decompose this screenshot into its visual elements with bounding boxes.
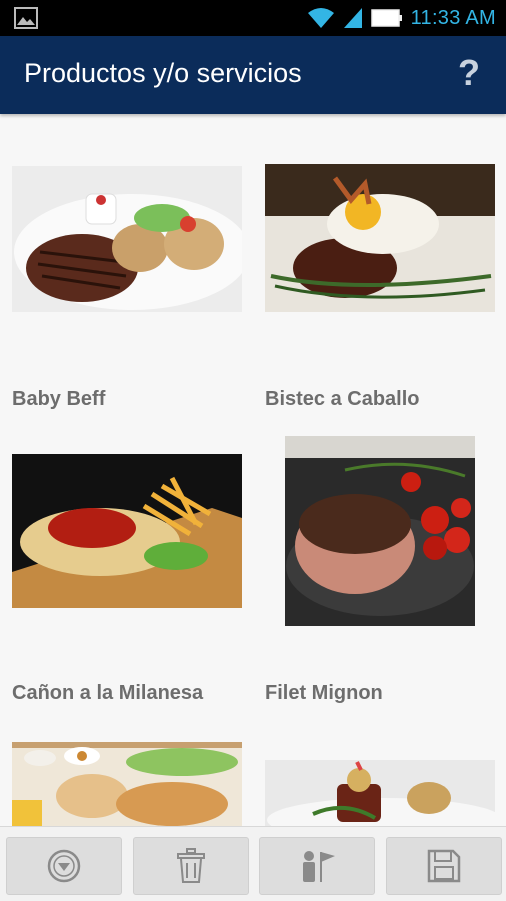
status-time: 11:33 AM bbox=[410, 6, 496, 29]
signal-icon bbox=[343, 8, 362, 28]
battery-icon bbox=[370, 9, 402, 27]
page-title: Productos y/o servicios bbox=[24, 58, 302, 88]
product-image[interactable] bbox=[265, 760, 495, 826]
save-button[interactable] bbox=[386, 837, 502, 895]
product-image[interactable] bbox=[285, 436, 475, 626]
delete-button[interactable] bbox=[133, 837, 249, 895]
image-notification-icon bbox=[14, 7, 38, 29]
wifi-icon bbox=[307, 8, 334, 28]
filter-icon bbox=[47, 849, 81, 883]
help-icon[interactable]: ? bbox=[458, 52, 480, 94]
product-name[interactable]: Bistec a Caballo bbox=[265, 388, 420, 411]
app-bar: Productos y/o servicios ? bbox=[0, 36, 506, 114]
product-name[interactable]: Cañon a la Milanesa bbox=[12, 682, 203, 705]
product-name[interactable]: Filet Mignon bbox=[265, 682, 383, 705]
save-icon bbox=[427, 849, 461, 883]
status-bar: 11:33 AM bbox=[0, 0, 506, 36]
product-card[interactable] bbox=[12, 710, 248, 826]
product-image[interactable] bbox=[12, 454, 242, 608]
filter-button[interactable] bbox=[6, 837, 122, 895]
product-card[interactable]: Baby Beff bbox=[12, 114, 248, 414]
product-image[interactable] bbox=[265, 164, 495, 312]
person-flag-icon bbox=[303, 851, 335, 882]
product-name[interactable]: Baby Beff bbox=[12, 388, 105, 411]
product-image[interactable] bbox=[12, 166, 242, 312]
product-card[interactable]: Bistec a Caballo bbox=[265, 114, 501, 414]
product-card[interactable]: Filet Mignon bbox=[265, 414, 501, 710]
product-image[interactable] bbox=[12, 742, 242, 826]
product-card[interactable] bbox=[265, 710, 501, 826]
guide-button[interactable] bbox=[259, 837, 375, 895]
product-card[interactable]: Cañon a la Milanesa bbox=[12, 414, 248, 710]
bottom-action-bar bbox=[0, 826, 506, 901]
product-grid: Baby Beff Bistec a Caballo Cañon a la Mi… bbox=[0, 114, 506, 826]
trash-icon bbox=[177, 848, 205, 883]
